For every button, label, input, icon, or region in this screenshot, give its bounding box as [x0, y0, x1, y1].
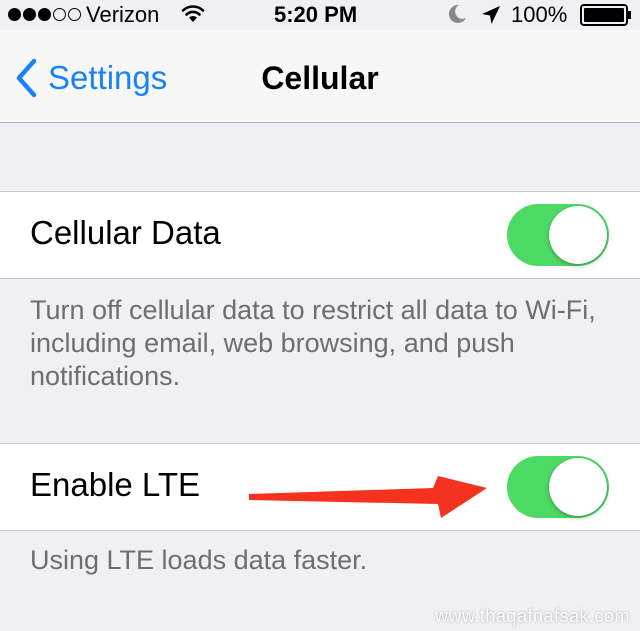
enable-lte-footer: Using LTE loads data faster.	[30, 545, 368, 575]
cellular-data-toggle[interactable]	[507, 204, 609, 266]
signal-strength-icon	[8, 8, 81, 21]
battery-icon	[580, 4, 631, 26]
status-time: 5:20 PM	[274, 2, 358, 27]
cellular-data-label: Cellular Data	[30, 214, 221, 251]
signal-dot	[68, 8, 81, 21]
enable-lte-label: Enable LTE	[30, 466, 200, 503]
toggle-knob	[549, 458, 607, 516]
status-bar: Verizon 5:20 PM 100%	[0, 0, 640, 30]
cellular-data-footer: Turn off cellular data to restrict all d…	[30, 295, 596, 391]
navigation-bar: Cellular Settings	[0, 30, 640, 123]
do-not-disturb-moon-icon	[448, 4, 466, 23]
enable-lte-toggle[interactable]	[507, 456, 609, 518]
carrier-name: Verizon	[86, 2, 160, 27]
back-button[interactable]: Settings	[14, 56, 167, 100]
chevron-left-icon	[16, 58, 37, 98]
toggle-knob	[549, 206, 607, 264]
cellular-data-cell: Cellular Data	[0, 191, 640, 279]
battery-percentage: 100%	[511, 2, 568, 27]
back-button-label: Settings	[48, 59, 168, 96]
signal-dot	[38, 8, 51, 21]
wifi-icon	[181, 5, 205, 22]
signal-dot	[8, 8, 21, 21]
watermark: www.thaqafnafsak.com	[434, 606, 630, 626]
signal-dot	[53, 8, 66, 21]
red-arrow-annotation-icon	[249, 476, 487, 518]
signal-dot	[23, 8, 36, 21]
location-arrow-icon	[482, 6, 500, 24]
